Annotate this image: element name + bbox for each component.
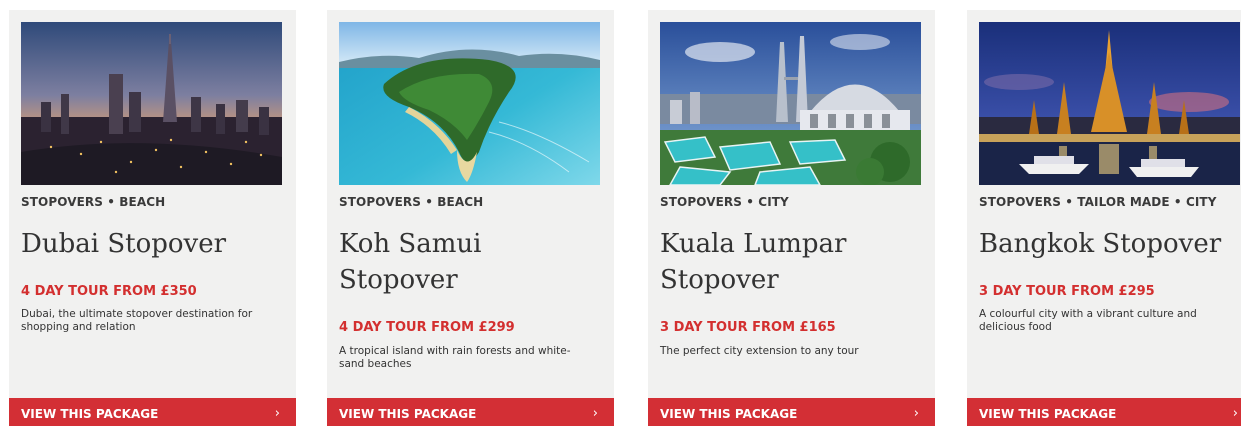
koh-samui-island-image[interactable] [339,22,600,185]
chevron-right-icon: › [592,406,598,421]
package-card-koh-samui[interactable]: STOPOVERS • BEACH Koh Samui Stopover 4 D… [327,10,614,426]
view-package-button[interactable]: VIEW THIS PACKAGE › [648,398,935,426]
card-tags: STOPOVERS • CITY [660,195,789,209]
kuala-lumpur-mosque-image[interactable] [660,22,921,185]
card-description: Dubai, the ultimate stopover destination… [21,308,253,333]
view-package-button[interactable]: VIEW THIS PACKAGE › [967,398,1241,426]
card-tags: STOPOVERS • TAILOR MADE • CITY [979,195,1217,209]
card-price: 4 DAY TOUR FROM £350 [21,284,197,299]
package-card-bangkok[interactable]: STOPOVERS • TAILOR MADE • CITY Bangkok S… [967,10,1241,426]
view-package-label: VIEW THIS PACKAGE [979,407,1117,421]
card-description: A colourful city with a vibrant culture … [979,308,1197,333]
chevron-right-icon: › [274,406,280,421]
card-price: 3 DAY TOUR FROM £165 [660,320,836,335]
chevron-right-icon: › [913,406,919,421]
package-card-dubai[interactable]: STOPOVERS • BEACH Dubai Stopover 4 DAY T… [9,10,296,426]
card-title[interactable]: Dubai Stopover [21,226,286,262]
card-title[interactable]: Koh Samui Stopover [339,226,604,298]
chevron-right-icon: › [1232,406,1238,421]
card-tags: STOPOVERS • BEACH [339,195,484,209]
card-title[interactable]: Kuala Lumpar Stopover [660,226,925,298]
view-package-button[interactable]: VIEW THIS PACKAGE › [327,398,614,426]
card-description: A tropical island with rain forests and … [339,345,571,370]
card-title[interactable]: Bangkok Stopover [979,226,1241,262]
card-price: 4 DAY TOUR FROM £299 [339,320,515,335]
package-card-kuala-lumpar[interactable]: STOPOVERS • CITY Kuala Lumpar Stopover 3… [648,10,935,426]
dubai-skyline-image[interactable] [21,22,282,185]
view-package-button[interactable]: VIEW THIS PACKAGE › [9,398,296,426]
view-package-label: VIEW THIS PACKAGE [660,407,798,421]
card-tags: STOPOVERS • BEACH [21,195,166,209]
card-description: The perfect city extension to any tour [660,345,859,357]
view-package-label: VIEW THIS PACKAGE [21,407,159,421]
bangkok-temple-image[interactable] [979,22,1240,185]
view-package-label: VIEW THIS PACKAGE [339,407,477,421]
card-price: 3 DAY TOUR FROM £295 [979,284,1155,299]
